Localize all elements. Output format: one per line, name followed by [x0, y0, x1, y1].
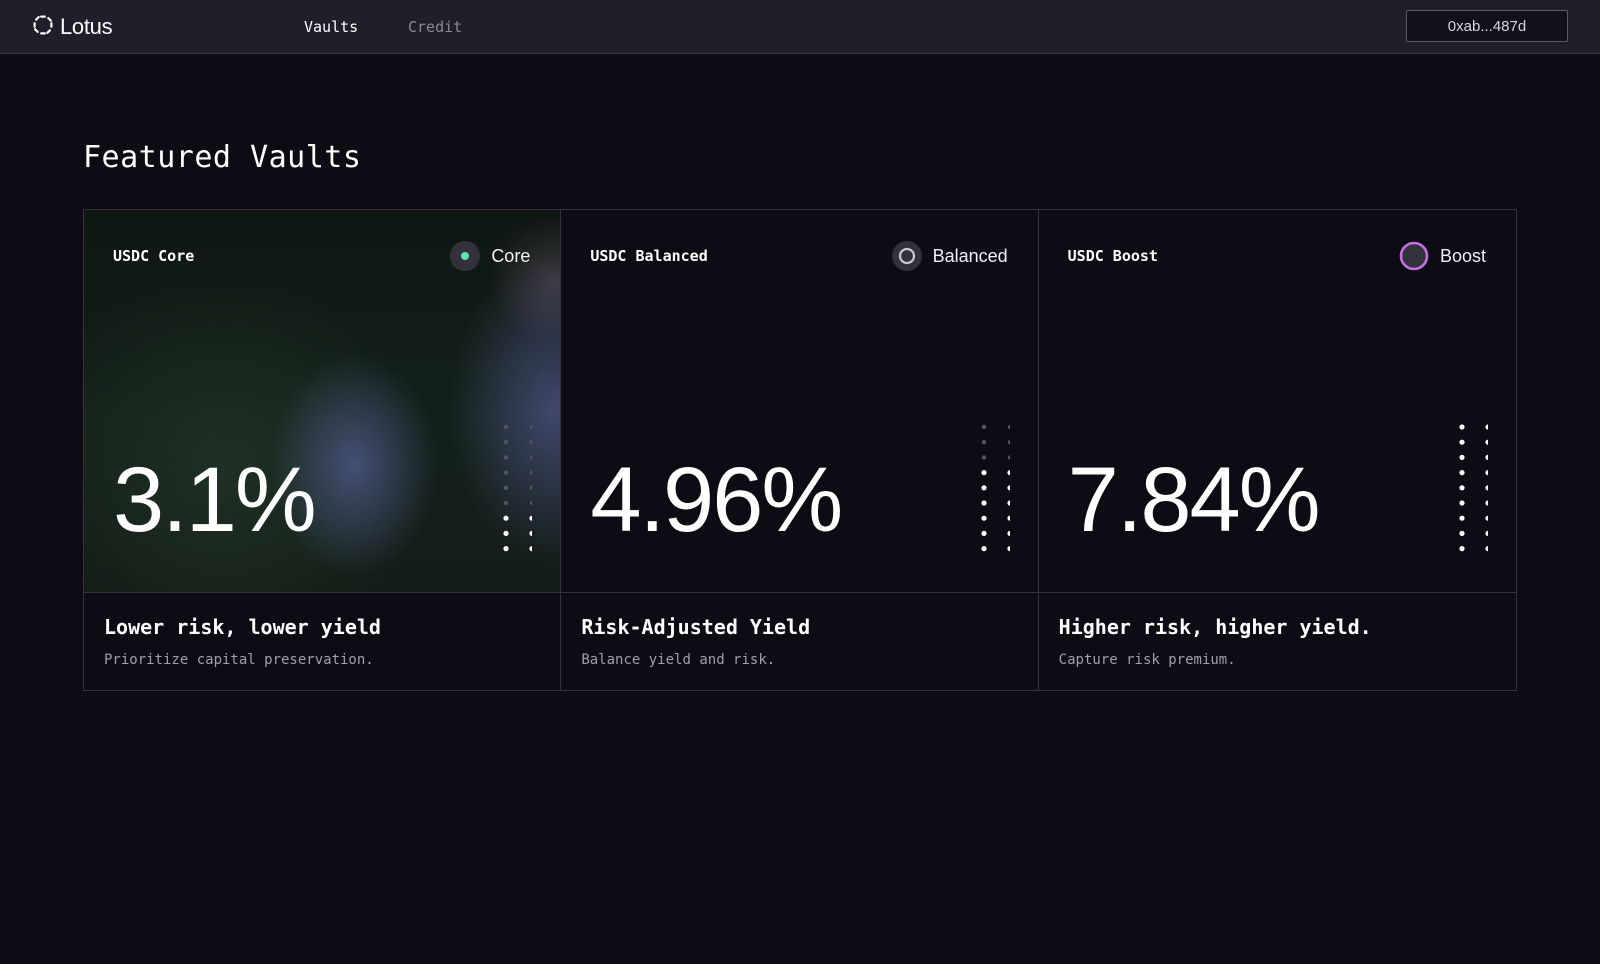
risk-dot-active — [503, 530, 509, 536]
risk-dot-active — [1459, 546, 1465, 552]
risk-dot-active — [1485, 530, 1488, 536]
risk-dot-inactive — [981, 455, 986, 460]
tier-label: Boost — [1439, 245, 1486, 266]
risk-dot-inactive — [504, 500, 509, 506]
vault-name: USDC Core — [113, 247, 195, 265]
nav-vaults[interactable]: Vaults — [304, 17, 358, 37]
risk-dot-active — [1485, 454, 1488, 460]
risk-dot-active — [1459, 485, 1465, 491]
apy-value: 3.1% — [113, 449, 317, 551]
risk-dot-active — [529, 515, 533, 521]
risk-dot-active — [981, 546, 987, 552]
risk-dot-active — [1485, 546, 1488, 552]
filled-dot-icon — [450, 241, 481, 271]
risk-dot-inactive — [530, 470, 533, 475]
apy-value: 4.96% — [590, 449, 843, 551]
risk-dot-inactive — [1007, 455, 1010, 460]
risk-dot-inactive — [530, 455, 533, 460]
vault-card-footer: Lower risk, lower yield Prioritize capit… — [84, 593, 560, 690]
risk-dot-active — [981, 470, 987, 476]
vault-headline: Risk-Adjusted Yield — [581, 615, 811, 639]
risk-dot-active — [1485, 485, 1488, 491]
vault-headline: Higher risk, higher yield. — [1058, 615, 1372, 639]
vault-card-boost[interactable]: USDC Boost Boost 7.84% Higher risk, high… — [1038, 210, 1516, 690]
risk-dot-inactive — [1007, 440, 1010, 445]
risk-dot-inactive — [504, 455, 509, 460]
risk-dot-active — [529, 530, 533, 536]
tier-badge: Balanced — [891, 240, 1008, 272]
risk-dot-active — [1485, 424, 1488, 430]
risk-dot-active — [1459, 424, 1465, 430]
vault-name: USDC Balanced — [590, 247, 708, 265]
risk-dot-active — [1485, 439, 1488, 445]
risk-dot-active — [1007, 515, 1010, 521]
risk-dot-inactive — [504, 440, 509, 445]
logo-text: Lotus — [60, 14, 113, 39]
top-navigation-bar: Lotus Vaults Credit 0xab...487d — [0, 0, 1600, 54]
risk-indicator-dots — [981, 424, 1010, 552]
vault-description: Balance yield and risk. — [581, 652, 776, 668]
risk-dot-inactive — [530, 485, 533, 490]
risk-indicator-dots — [1459, 424, 1488, 552]
nav-credit[interactable]: Credit — [408, 17, 462, 37]
risk-dot-active — [981, 485, 987, 491]
risk-dot-inactive — [504, 424, 509, 430]
risk-dot-active — [1007, 470, 1010, 476]
ring-icon — [891, 241, 922, 271]
risk-dot-inactive — [1007, 424, 1010, 430]
tier-label: Balanced — [932, 245, 1008, 266]
risk-dot-active — [1459, 454, 1465, 460]
risk-dot-active — [1485, 470, 1488, 476]
lotus-logo-icon — [32, 14, 54, 40]
wallet-address-button[interactable]: 0xab...487d — [1406, 10, 1568, 42]
risk-indicator-dots — [503, 424, 533, 552]
risk-dot-active — [1459, 530, 1465, 536]
risk-dot-inactive — [504, 470, 509, 475]
risk-dot-active — [981, 515, 987, 521]
risk-dot-inactive — [530, 500, 533, 506]
vault-card-hero: USDC Core Core 3.1% — [84, 210, 561, 593]
risk-dot-active — [1485, 500, 1488, 506]
vault-card-core[interactable]: USDC Core Core 3.1% Lower risk, lower yi… — [84, 210, 562, 690]
vault-card-hero: USDC Boost Boost 7.84% — [1038, 210, 1516, 593]
tier-label: Core — [491, 245, 531, 266]
vault-card-footer: Higher risk, higher yield. Capture risk … — [1039, 593, 1516, 690]
vault-headline: Lower risk, lower yield — [104, 615, 381, 639]
apy-value: 7.84% — [1067, 449, 1321, 551]
risk-dot-active — [1485, 515, 1488, 521]
risk-dot-active — [1459, 470, 1465, 476]
risk-dot-active — [1007, 485, 1010, 491]
risk-dot-inactive — [530, 440, 533, 445]
risk-dot-active — [1459, 515, 1465, 521]
risk-dot-active — [529, 546, 533, 552]
vault-card-footer: Risk-Adjusted Yield Balance yield and ri… — [561, 593, 1037, 690]
tier-badge: Boost — [1398, 240, 1486, 272]
vault-grid: USDC Core Core 3.1% Lower risk, lower yi… — [83, 209, 1517, 691]
risk-dot-inactive — [981, 440, 986, 445]
risk-dot-inactive — [504, 485, 509, 490]
page-title: Featured Vaults — [83, 140, 362, 175]
vault-card-hero: USDC Balanced Balanced 4.96% — [561, 210, 1038, 593]
vault-name: USDC Boost — [1067, 247, 1158, 265]
risk-dot-active — [1007, 500, 1010, 506]
risk-dot-active — [981, 500, 987, 506]
ring-icon — [1399, 241, 1429, 271]
risk-dot-active — [1007, 530, 1010, 536]
risk-dot-active — [503, 515, 509, 521]
risk-dot-active — [1459, 500, 1465, 506]
risk-dot-active — [981, 530, 987, 536]
risk-dot-active — [1007, 546, 1010, 552]
logo[interactable]: Lotus — [32, 14, 113, 40]
vault-description: Prioritize capital preservation. — [104, 652, 374, 668]
risk-dot-inactive — [530, 424, 533, 430]
tier-badge: Core — [449, 240, 530, 272]
vault-card-balanced[interactable]: USDC Balanced Balanced 4.96% Risk-Adjust… — [561, 210, 1039, 690]
vault-description: Capture risk premium. — [1058, 652, 1236, 668]
risk-dot-active — [1459, 439, 1465, 445]
risk-dot-active — [503, 546, 509, 552]
risk-dot-inactive — [981, 424, 986, 430]
